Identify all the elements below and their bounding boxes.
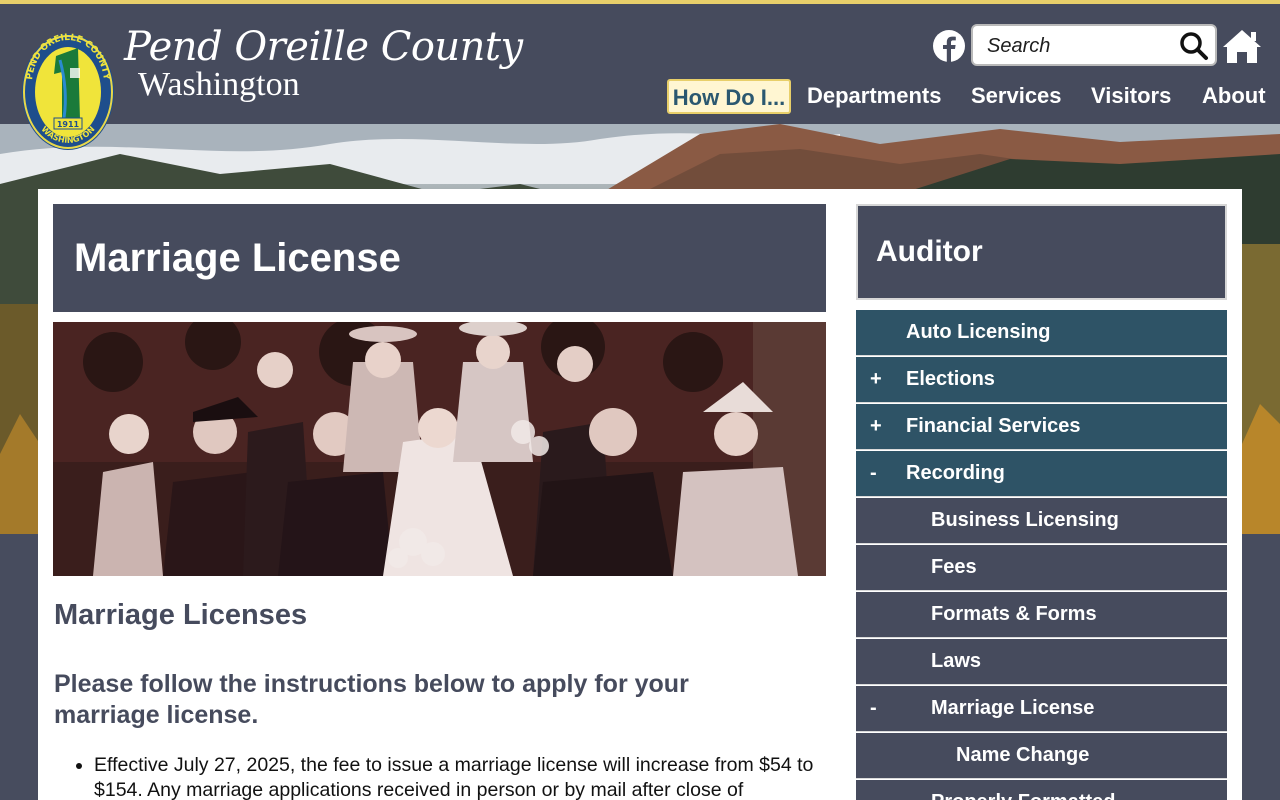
sidebar-department-header: Auditor [856, 204, 1227, 300]
sidebar-item-label: Laws [931, 650, 982, 672]
brand-state-name[interactable]: Washington [138, 66, 300, 104]
sidebar-item-label: Elections [906, 368, 995, 390]
sidebar-item-label: Marriage License [931, 697, 1095, 719]
page-title: Marriage License [74, 236, 401, 280]
nav-how-do-i[interactable]: How Do I... [667, 79, 791, 114]
sidebar-item-label: Business Licensing [931, 509, 1119, 531]
sidebar-item-financial-services[interactable]: + Financial Services [856, 404, 1227, 450]
home-icon[interactable] [1222, 28, 1262, 64]
sidebar-item-label: Financial Services [906, 415, 1081, 437]
sidebar-item-business-licensing[interactable]: Business Licensing [856, 498, 1227, 544]
collapse-toggle[interactable]: - [870, 451, 890, 496]
sidebar-item-laws[interactable]: Laws [856, 639, 1227, 685]
sidebar-item-label: Properly Formatted [931, 780, 1115, 800]
magnifier-icon [1180, 32, 1208, 60]
list-item: Effective July 27, 2025, the fee to issu… [94, 753, 829, 800]
instructions-heading: Please follow the instructions below to … [54, 670, 689, 729]
wedding-photo-illustration [53, 322, 826, 576]
sidebar-item-marriage-license[interactable]: - Marriage License [856, 686, 1227, 732]
collapse-toggle[interactable]: - [870, 686, 890, 731]
sidebar-item-label: Recording [906, 462, 1005, 484]
sidebar-item-recording[interactable]: - Recording [856, 451, 1227, 497]
page-title-banner: Marriage License [53, 204, 826, 312]
nav-about[interactable]: About [1202, 79, 1266, 114]
county-seal-logo[interactable]: PEND OREILLE COUNTY WASHINGTON 1911 [20, 20, 116, 150]
sidebar-item-formats-forms[interactable]: Formats & Forms [856, 592, 1227, 638]
expand-toggle[interactable]: + [870, 404, 890, 449]
sidebar-item-name-change[interactable]: Name Change [856, 733, 1227, 779]
search-box [971, 24, 1217, 66]
expand-toggle[interactable]: + [870, 357, 890, 402]
sidebar-item-label: Auto Licensing [906, 321, 1051, 343]
sidebar-item-properly-formatted[interactable]: Properly Formatted [856, 780, 1227, 800]
sidebar-item-label: Name Change [956, 744, 1090, 766]
search-button[interactable] [1177, 30, 1211, 62]
sidebar-item-auto-licensing[interactable]: Auto Licensing [856, 310, 1227, 356]
sidebar-item-label: Fees [931, 556, 977, 578]
nav-visitors[interactable]: Visitors [1091, 79, 1171, 114]
content-card: Marriage License Marriage Licenses Pleas… [38, 189, 1242, 800]
nav-departments[interactable]: Departments [807, 79, 941, 114]
wedding-photo [53, 322, 826, 576]
seal-year: 1911 [57, 120, 80, 129]
sidebar-item-label: Formats & Forms [931, 603, 1097, 625]
fee-notice-list: Effective July 27, 2025, the fee to issu… [94, 753, 829, 800]
facebook-icon[interactable] [933, 30, 965, 62]
sidebar-item-fees[interactable]: Fees [856, 545, 1227, 591]
sidebar-department-title[interactable]: Auditor [876, 235, 983, 269]
search-input[interactable] [987, 33, 1177, 59]
section-title: Marriage Licenses [54, 599, 308, 631]
brand-county-name[interactable]: Pend Oreille County [124, 24, 523, 70]
sidebar-item-elections[interactable]: + Elections [856, 357, 1227, 403]
nav-services[interactable]: Services [971, 79, 1062, 114]
